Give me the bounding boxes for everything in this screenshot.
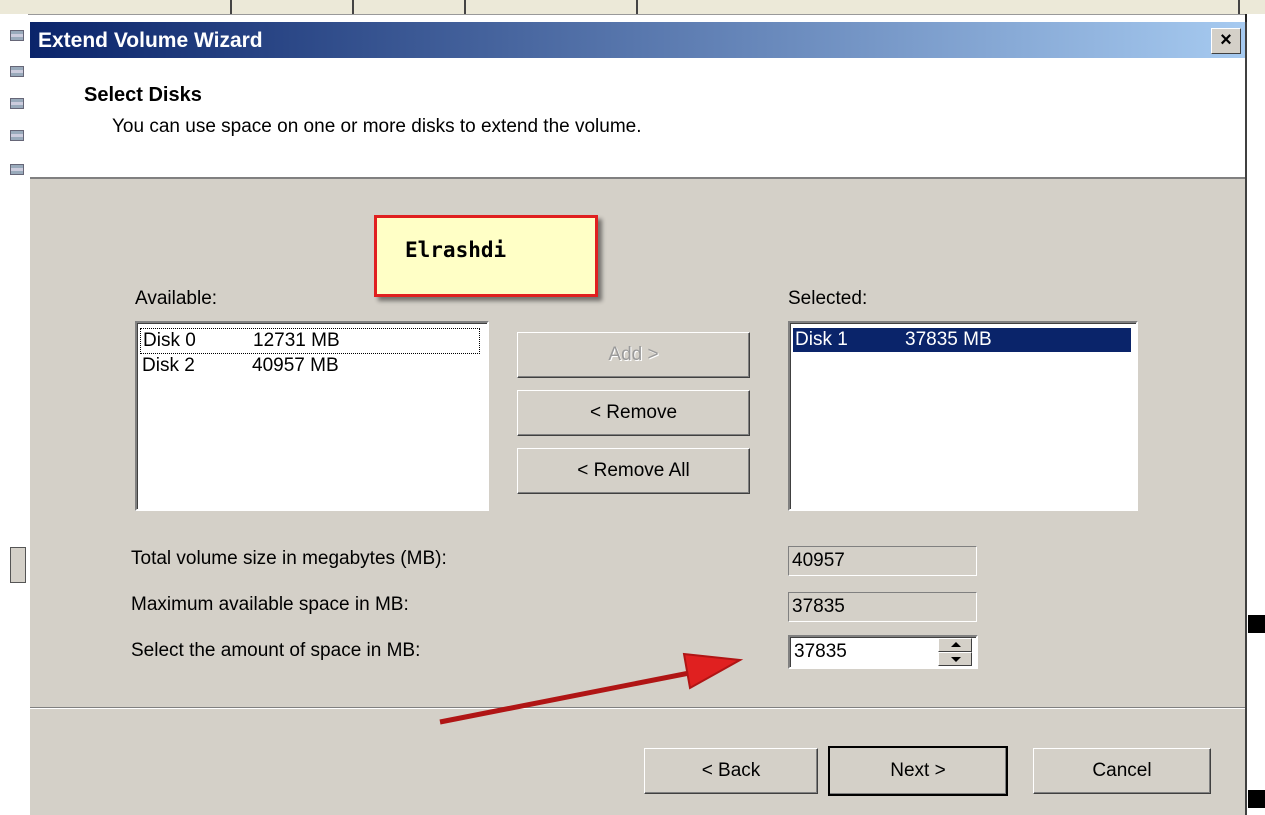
arrow-head-icon	[682, 652, 744, 690]
annotation-arrow	[439, 652, 744, 725]
arrow-shaft	[439, 664, 721, 725]
